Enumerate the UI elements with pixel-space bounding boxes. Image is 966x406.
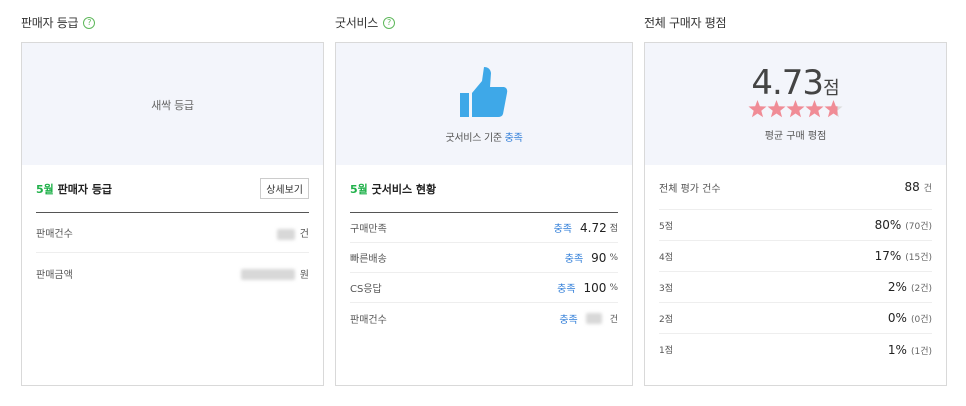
row-unit: % — [609, 252, 618, 263]
row-value: 90 — [591, 250, 607, 265]
sub-title: 굿서비스 현황 — [371, 182, 437, 196]
sales-count-row: 판매건수 충족 건 — [350, 303, 618, 333]
seller-grade-title-text: 판매자 등급 — [21, 16, 79, 30]
row-count: (0건) — [910, 315, 932, 325]
total-value: 88 — [904, 180, 920, 194]
row-unit: % — [609, 282, 618, 293]
caption-status: 충족 — [504, 133, 523, 144]
blurred-value — [240, 269, 295, 280]
star-icon — [748, 100, 767, 118]
row-percent: 2% — [887, 280, 907, 294]
row-label: 4점 — [659, 252, 674, 263]
row-count: (2건) — [910, 284, 932, 294]
good-service-subheader: 5월 굿서비스 현황 — [350, 165, 618, 213]
detail-button[interactable]: 상세보기 — [260, 178, 309, 199]
seller-grade-title: 판매자 등급 ? — [21, 14, 96, 31]
row-label: 5점 — [659, 221, 674, 232]
row-label: 2점 — [659, 314, 674, 325]
star-icon — [767, 100, 786, 118]
rating-row-4: 4점 17% (15건) — [659, 241, 932, 272]
star-icon — [824, 100, 843, 118]
sales-count-row: 판매건수 건 — [36, 213, 309, 253]
seller-grade-banner: 새싹 등급 — [22, 43, 323, 165]
seller-grade-subheader: 5월 판매자 등급 상세보기 — [36, 165, 309, 213]
status-link[interactable]: 충족 — [565, 250, 583, 265]
score-unit: 점 — [823, 78, 840, 99]
total-reviews-row: 전체 평가 건수 88 건 — [659, 165, 932, 210]
status-link[interactable]: 충족 — [554, 220, 572, 235]
row-label: CS응답 — [350, 284, 382, 295]
good-service-title: 굿서비스 ? — [335, 14, 395, 31]
good-service-card: 굿서비스 기준 충족 5월 굿서비스 현황 구매만족 충족 4.72 점 빠른배… — [335, 42, 633, 386]
rating-row-5: 5점 80% (70건) — [659, 210, 932, 241]
help-icon[interactable]: ? — [83, 16, 96, 29]
thumbs-up-icon — [460, 67, 508, 117]
month-label: 5월 — [350, 182, 368, 196]
score-value: 4.73 — [751, 63, 824, 103]
star-rating — [748, 100, 843, 118]
row-label: 판매건수 — [350, 314, 387, 326]
row-value: 4.72 — [580, 220, 607, 235]
avg-label: 평균 구매 평점 — [764, 131, 827, 142]
row-label: 전체 평가 건수 — [659, 183, 721, 195]
row-label: 빠른배송 — [350, 254, 387, 265]
rating-title-text: 전체 구매자 평점 — [644, 16, 727, 30]
help-icon[interactable]: ? — [382, 16, 395, 29]
rating-card: 4.73점 평균 구매 평점 전체 평가 건수 88 건 5점 80% (70건) … — [644, 42, 947, 386]
row-label: 1점 — [659, 346, 674, 356]
purchase-satisfaction-row: 구매만족 충족 4.72 점 — [350, 213, 618, 243]
seller-grade-card: 새싹 등급 5월 판매자 등급 상세보기 판매건수 건 판매금액 원 — [21, 42, 324, 386]
row-percent: 17% — [874, 249, 902, 263]
status-link[interactable]: 충족 — [557, 280, 575, 295]
row-count: (70건) — [905, 222, 932, 232]
rating-title: 전체 구매자 평점 — [644, 14, 727, 31]
row-unit: 건 — [609, 314, 618, 325]
average-score: 4.73점 — [645, 63, 946, 103]
fast-delivery-row: 빠른배송 충족 90 % — [350, 243, 618, 273]
rating-banner: 4.73점 평균 구매 평점 — [645, 43, 946, 165]
blurred-value — [276, 228, 295, 240]
grade-label: 새싹 등급 — [151, 99, 194, 112]
sales-amount-row: 판매금액 원 — [36, 253, 309, 293]
row-value: 100 — [583, 280, 607, 295]
status-link[interactable]: 충족 — [559, 311, 577, 326]
total-unit: 건 — [923, 184, 932, 194]
row-unit: 점 — [609, 224, 618, 234]
row-count: (15건) — [905, 253, 932, 263]
star-icon — [805, 100, 824, 118]
star-icon — [786, 100, 805, 118]
sub-title: 판매자 등급 — [57, 182, 113, 196]
row-label: 3점 — [659, 283, 674, 294]
row-percent: 80% — [874, 218, 902, 232]
rating-row-2: 2점 0% (0건) — [659, 303, 932, 334]
good-service-banner: 굿서비스 기준 충족 — [336, 43, 632, 165]
cs-response-row: CS응답 충족 100 % — [350, 273, 618, 303]
good-service-title-text: 굿서비스 — [335, 16, 378, 30]
row-label: 판매건수 — [36, 229, 73, 240]
row-unit: 원 — [299, 269, 309, 281]
blurred-value — [585, 312, 602, 324]
row-percent: 1% — [887, 342, 907, 357]
rating-row-1: 1점 1% (1건) — [659, 334, 932, 365]
row-count: (1건) — [910, 346, 932, 357]
row-label: 구매만족 — [350, 224, 387, 235]
good-service-caption: 굿서비스 기준 충족 — [336, 129, 632, 144]
caption-text: 굿서비스 기준 — [445, 133, 503, 144]
month-label: 5월 — [36, 182, 54, 196]
row-unit: 건 — [299, 229, 309, 240]
row-label: 판매금액 — [36, 269, 73, 281]
rating-row-3: 3점 2% (2건) — [659, 272, 932, 303]
row-percent: 0% — [887, 311, 907, 325]
